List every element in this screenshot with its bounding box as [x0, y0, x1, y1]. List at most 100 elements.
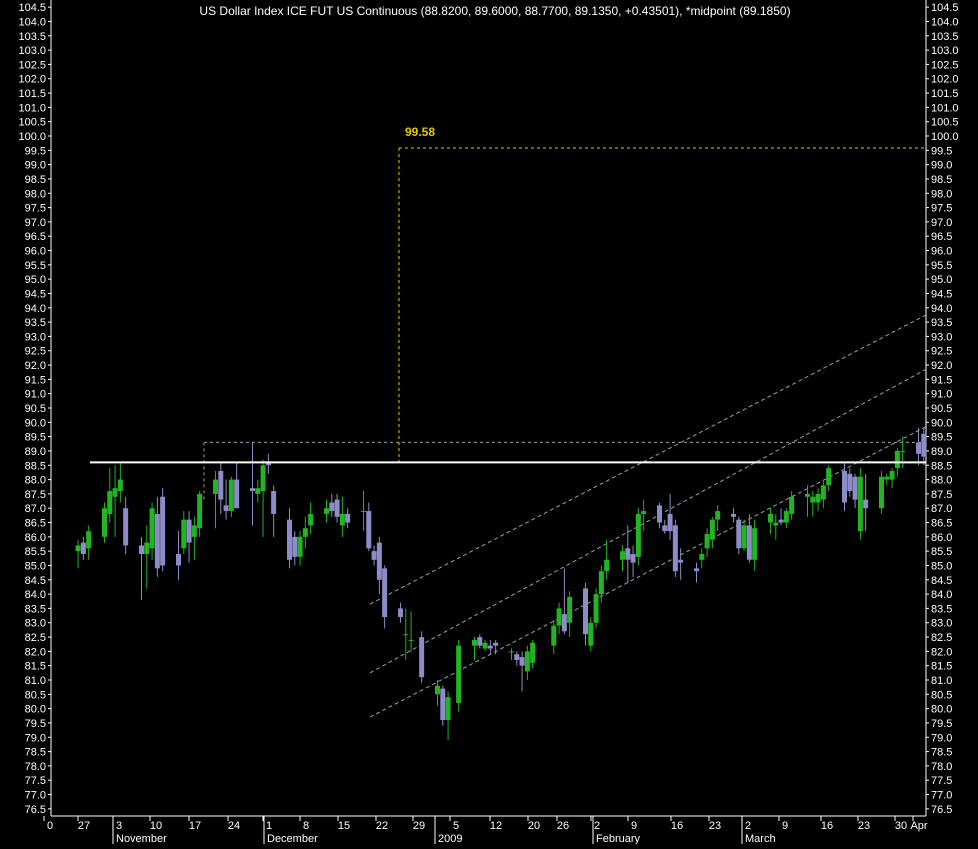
y-tick-label-right: 91.5 [931, 374, 952, 386]
candle-body [361, 511, 366, 513]
y-tick-label-right: 95.5 [931, 260, 952, 272]
candle-body [567, 596, 573, 623]
candle-body [371, 551, 377, 560]
y-tick-label-left: 87.0 [25, 503, 46, 515]
x-tick-label: 1 [266, 820, 272, 832]
candle-body [556, 608, 562, 626]
y-tick-label-right: 93.0 [931, 331, 952, 343]
candle-body [149, 508, 155, 549]
x-tick-label: 15 [338, 820, 350, 832]
y-tick-label-right: 100.5 [931, 117, 959, 129]
candle-body [255, 488, 261, 494]
candle-body [852, 476, 858, 500]
candle-body [783, 511, 789, 523]
candle-body [117, 479, 123, 492]
candle-body [218, 470, 224, 500]
candle-body [524, 651, 530, 672]
candle-body [154, 513, 160, 569]
candle-body [398, 608, 403, 618]
y-tick-label-right: 82.0 [931, 646, 952, 658]
y-tick-label-left: 89.0 [25, 446, 46, 458]
y-tick-label-left: 86.5 [25, 518, 46, 530]
x-tick-label: 20 [528, 820, 540, 832]
candle-body [80, 542, 86, 555]
candle-body [308, 513, 314, 526]
y-tick-label-right: 78.0 [931, 761, 952, 773]
target-label: 99.58 [405, 125, 435, 139]
candle-body [382, 568, 388, 618]
y-tick-label-right: 86.0 [931, 532, 952, 544]
y-tick-label-right: 97.5 [931, 203, 952, 215]
y-tick-label-right: 81.0 [931, 675, 952, 687]
x-tick-label: 12 [490, 820, 502, 832]
candle-body [709, 519, 715, 540]
y-tick-label-left: 96.5 [25, 231, 46, 243]
candle-body [894, 450, 900, 469]
candle-body [112, 488, 118, 497]
y-tick-label-left: 85.0 [25, 560, 46, 572]
y-tick-label-right: 99.0 [931, 160, 952, 172]
y-tick-label-left: 79.0 [25, 732, 46, 744]
candle-body [176, 554, 181, 566]
chart-title: US Dollar Index ICE FUT US Continuous (8… [199, 4, 790, 18]
x-tick-label: 24 [228, 820, 240, 832]
y-tick-label-left: 104.5 [18, 2, 46, 14]
candle-body [197, 493, 203, 529]
y-tick-label-right: 78.5 [931, 747, 952, 759]
candle-body [487, 645, 493, 649]
candlestick-chart: US Dollar Index ICE FUT US Continuous (8… [0, 0, 978, 845]
candle-body [366, 511, 372, 549]
candle-body [102, 508, 107, 537]
candle-body [75, 545, 81, 552]
candle-body [694, 568, 699, 572]
candle-body [329, 502, 335, 512]
candle-body [847, 473, 853, 492]
y-tick-label-right: 85.5 [931, 546, 952, 558]
y-tick-label-right: 83.0 [931, 618, 952, 630]
y-tick-label-left: 100.5 [18, 117, 46, 129]
candle-body [731, 513, 736, 517]
y-tick-label-left: 97.0 [25, 217, 46, 229]
y-tick-label-left: 96.0 [25, 246, 46, 258]
y-tick-label-left: 92.5 [25, 346, 46, 358]
candle-body [815, 493, 821, 503]
y-tick-label-left: 83.0 [25, 618, 46, 630]
y-tick-label-right: 103.5 [931, 31, 959, 43]
candle-body [482, 642, 488, 649]
x-tick-label: 29 [413, 820, 425, 832]
x-tick-label: 17 [189, 820, 201, 832]
y-tick-label-right: 88.5 [931, 460, 952, 472]
y-tick-label-left: 81.5 [25, 661, 46, 673]
y-tick-label-right: 101.0 [931, 102, 959, 114]
y-tick-label-right: 94.0 [931, 303, 952, 315]
y-tick-label-right: 84.0 [931, 589, 952, 601]
candle-body [456, 645, 462, 703]
y-tick-label-right: 97.0 [931, 217, 952, 229]
candle-body [662, 525, 668, 532]
candle-body [826, 468, 832, 486]
candle-body [419, 637, 425, 678]
candle-body [598, 571, 604, 595]
candle-body [107, 491, 113, 514]
x-month-label: 2009 [438, 833, 462, 844]
candle-body [715, 511, 721, 520]
y-tick-label-left: 81.0 [25, 675, 46, 687]
candle-body [160, 496, 166, 566]
candle-body [635, 513, 641, 557]
candle-body [228, 479, 234, 512]
candle-body [699, 554, 705, 560]
x-tick-label: Apr [910, 820, 927, 832]
y-tick-label-right: 103.0 [931, 45, 959, 57]
candle-body [752, 528, 758, 560]
y-tick-label-left: 94.0 [25, 303, 46, 315]
y-tick-label-left: 79.5 [25, 718, 46, 730]
y-tick-label-right: 80.5 [931, 689, 952, 701]
candle-body [921, 433, 927, 457]
candle-body [857, 476, 863, 532]
candle-body [879, 476, 884, 509]
candle-body [620, 551, 625, 560]
y-tick-label-right: 96.5 [931, 231, 952, 243]
y-tick-label-left: 99.5 [25, 145, 46, 157]
y-tick-label-left: 82.5 [25, 632, 46, 644]
candle-body [863, 499, 869, 509]
